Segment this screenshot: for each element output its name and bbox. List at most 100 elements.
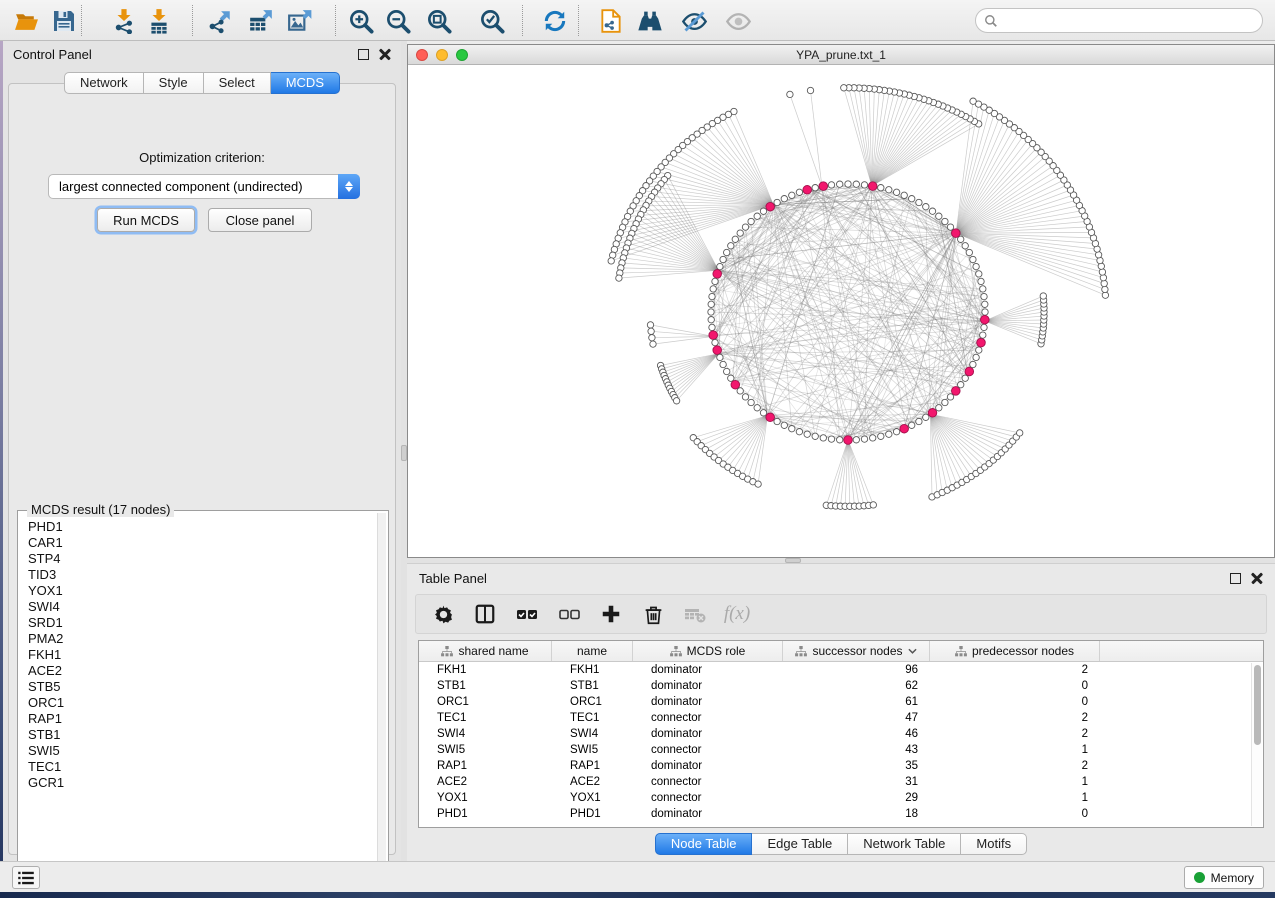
refresh-icon[interactable] — [541, 7, 569, 35]
mcds-result-item[interactable]: FKH1 — [20, 647, 372, 663]
status-bar: Memory — [0, 861, 1275, 892]
mcds-tab-content: Optimization criterion: largest connecte… — [8, 83, 396, 855]
zoom-fit-icon[interactable] — [425, 7, 453, 35]
mcds-result-item[interactable]: TEC1 — [20, 759, 372, 775]
table-cell: connector — [633, 710, 783, 726]
mcds-result-item[interactable]: STB5 — [20, 679, 372, 695]
network-canvas[interactable] — [408, 65, 1274, 557]
close-panel-icon[interactable] — [1251, 572, 1263, 584]
mcds-result-scrollbar[interactable] — [377, 513, 386, 879]
column-header-predecessor-nodes[interactable]: predecessor nodes — [930, 641, 1100, 661]
mcds-result-list[interactable]: PHD1CAR1STP4TID3YOX1SWI4SRD1PMA2FKH1ACE2… — [20, 519, 372, 879]
mcds-result-item[interactable]: YOX1 — [20, 583, 372, 599]
table-cell: 2 — [930, 710, 1100, 726]
tab-style[interactable]: Style — [144, 72, 204, 94]
table-row[interactable]: RAP1RAP1dominator352 — [419, 758, 1263, 774]
mcds-result-item[interactable]: PHD1 — [20, 519, 372, 535]
toolbar-separator — [522, 5, 523, 36]
mcds-result-item[interactable]: RAP1 — [20, 711, 372, 727]
zoom-selected-icon[interactable] — [478, 7, 506, 35]
search-icon — [984, 14, 998, 28]
mcds-result-group: MCDS result (17 nodes) PHD1CAR1STP4TID3Y… — [17, 510, 389, 882]
column-header-MCDS-role[interactable]: MCDS role — [633, 641, 783, 661]
import-table-icon[interactable] — [145, 7, 173, 35]
export-table-icon[interactable] — [247, 7, 275, 35]
hide-details-icon[interactable] — [680, 7, 708, 35]
clone-network-icon[interactable] — [597, 7, 625, 35]
mcds-result-item[interactable]: STB1 — [20, 727, 372, 743]
table-row[interactable]: TEC1TEC1connector472 — [419, 710, 1263, 726]
export-network-icon[interactable] — [206, 7, 234, 35]
mcds-result-title: MCDS result (17 nodes) — [27, 502, 174, 517]
table-cell: 46 — [783, 726, 930, 742]
table-row[interactable]: PHD1PHD1dominator180 — [419, 806, 1263, 822]
column-header-name[interactable]: name — [552, 641, 633, 661]
task-history-button[interactable] — [12, 866, 40, 889]
table-row[interactable]: ACE2ACE2connector311 — [419, 774, 1263, 790]
list-icon — [18, 871, 34, 885]
delete-column-icon[interactable] — [640, 601, 666, 627]
node-table-header: shared namenameMCDS rolesuccessor nodesp… — [419, 641, 1263, 662]
mcds-result-item[interactable]: SWI5 — [20, 743, 372, 759]
zoom-out-icon[interactable] — [384, 7, 412, 35]
table-cell: 43 — [783, 742, 930, 758]
add-column-icon[interactable] — [598, 601, 624, 627]
table-cell: 0 — [930, 678, 1100, 694]
mcds-result-item[interactable]: CAR1 — [20, 535, 372, 551]
close-panel-button[interactable]: Close panel — [208, 208, 312, 232]
table-cell: PHD1 — [419, 806, 552, 822]
deselect-all-icon[interactable] — [556, 601, 582, 627]
optimization-criterion-value: largest connected component (undirected) — [49, 179, 338, 194]
import-network-icon[interactable] — [110, 7, 138, 35]
table-row[interactable]: FKH1FKH1dominator962 — [419, 662, 1263, 678]
table-row[interactable]: SWI4SWI4dominator462 — [419, 726, 1263, 742]
select-stepper-icon — [338, 174, 360, 199]
table-cell: 2 — [930, 726, 1100, 742]
select-all-icon[interactable] — [514, 601, 540, 627]
tab-network-table[interactable]: Network Table — [848, 833, 961, 855]
search-field[interactable] — [975, 8, 1263, 33]
table-toolbar: f(x) — [415, 594, 1267, 634]
table-row[interactable]: ORC1ORC1dominator610 — [419, 694, 1263, 710]
zoom-in-icon[interactable] — [347, 7, 375, 35]
tab-motifs[interactable]: Motifs — [961, 833, 1027, 855]
mcds-result-item[interactable]: PMA2 — [20, 631, 372, 647]
mcds-result-item[interactable]: SWI4 — [20, 599, 372, 615]
table-cell: FKH1 — [419, 662, 552, 678]
run-mcds-button[interactable]: Run MCDS — [97, 208, 195, 232]
node-table[interactable]: shared namenameMCDS rolesuccessor nodesp… — [418, 640, 1264, 828]
table-row[interactable]: SWI5SWI5connector431 — [419, 742, 1263, 758]
table-settings-gear-icon[interactable] — [430, 601, 456, 627]
mcds-result-item[interactable]: ORC1 — [20, 695, 372, 711]
open-session-icon[interactable] — [12, 7, 40, 35]
table-scrollbar[interactable] — [1251, 663, 1262, 826]
table-scrollbar-thumb[interactable] — [1254, 665, 1261, 745]
tab-node-table[interactable]: Node Table — [655, 833, 753, 855]
save-session-icon[interactable] — [50, 7, 78, 35]
show-columns-icon[interactable] — [472, 601, 498, 627]
table-row[interactable]: STB1STB1dominator620 — [419, 678, 1263, 694]
network-window-title: YPA_prune.txt_1 — [408, 48, 1274, 62]
optimization-criterion-select[interactable]: largest connected component (undirected) — [48, 174, 360, 199]
column-header-successor-nodes[interactable]: successor nodes — [783, 641, 930, 661]
float-panel-icon[interactable] — [358, 49, 369, 60]
float-panel-icon[interactable] — [1230, 573, 1241, 584]
tab-select[interactable]: Select — [204, 72, 271, 94]
mcds-result-item[interactable]: SRD1 — [20, 615, 372, 631]
search-input[interactable] — [998, 14, 1262, 28]
close-panel-icon[interactable] — [379, 48, 391, 60]
mcds-result-item[interactable]: ACE2 — [20, 663, 372, 679]
table-cell: connector — [633, 790, 783, 806]
column-header-shared-name[interactable]: shared name — [419, 641, 552, 661]
mcds-result-item[interactable]: GCR1 — [20, 775, 372, 791]
search-network-icon[interactable] — [636, 7, 664, 35]
export-image-icon[interactable] — [286, 7, 314, 35]
tab-edge-table[interactable]: Edge Table — [752, 833, 848, 855]
tab-network[interactable]: Network — [64, 72, 144, 94]
mcds-result-item[interactable]: TID3 — [20, 567, 372, 583]
memory-button[interactable]: Memory — [1184, 866, 1264, 889]
mcds-result-item[interactable]: STP4 — [20, 551, 372, 567]
network-window-titlebar[interactable]: YPA_prune.txt_1 — [408, 45, 1274, 65]
tab-mcds[interactable]: MCDS — [271, 72, 340, 94]
table-row[interactable]: YOX1YOX1connector291 — [419, 790, 1263, 806]
